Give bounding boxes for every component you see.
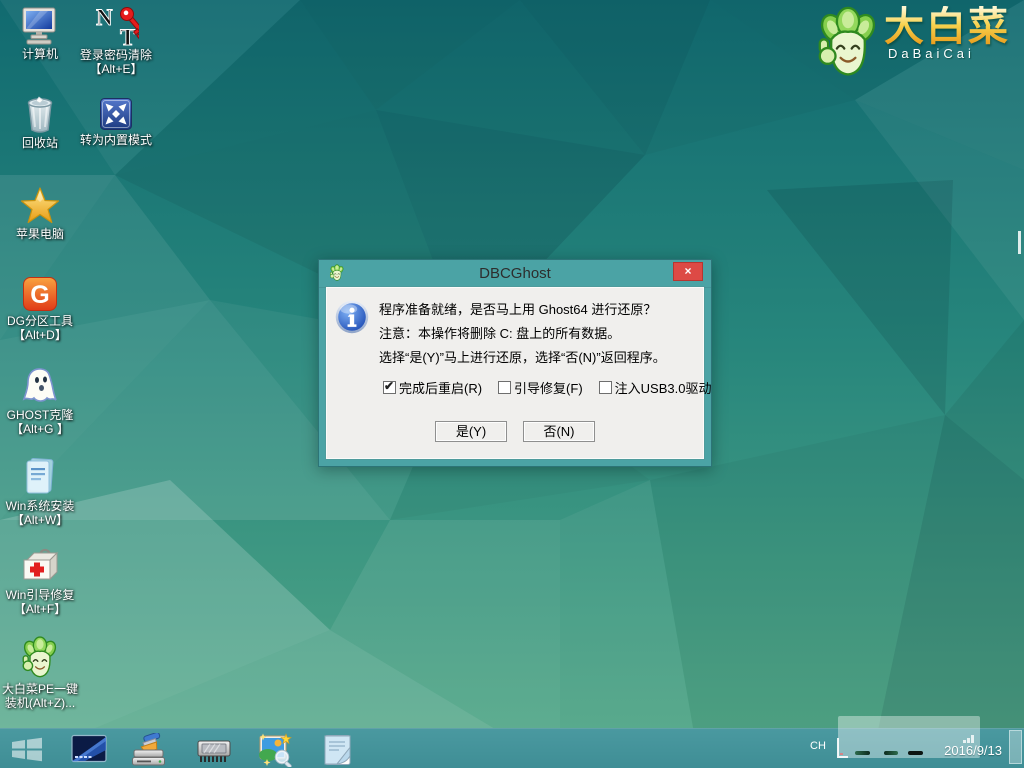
- svg-text:N: N: [96, 5, 113, 30]
- notepad-icon[interactable]: [321, 733, 355, 767]
- clock-date[interactable]: 2016/9/13: [928, 743, 1002, 758]
- desktop-icon-password-clear[interactable]: N T 登录密码清除 【Alt+E】: [76, 4, 156, 76]
- dabaicai-logo: 大白菜 DaBaiCai: [818, 6, 1010, 80]
- memory-chip-icon[interactable]: [196, 736, 232, 766]
- gold-star-icon: [20, 187, 60, 225]
- icon-label-2: 【Alt+G 】: [0, 422, 80, 436]
- icon-label-2: 【Alt+E】: [76, 62, 156, 76]
- icon-label-2: 【Alt+F】: [0, 602, 80, 616]
- icon-label: 苹果电脑: [0, 227, 80, 241]
- checkbox-boot-repair[interactable]: 引导修复(F): [498, 378, 583, 397]
- no-button[interactable]: 否(N): [523, 421, 595, 442]
- checkbox-box: [599, 381, 612, 394]
- yes-button[interactable]: 是(Y): [435, 421, 507, 442]
- dialog-title: DBCGhost: [319, 265, 711, 282]
- desktop-icon-dabaicai-pe[interactable]: 大白菜PE一键 装机(Alt+Z)...: [0, 636, 80, 710]
- icon-label-2: 装机(Alt+Z)...: [0, 696, 80, 710]
- desktop-icon-ghost-clone[interactable]: GHOST克隆 【Alt+G 】: [0, 366, 80, 436]
- screen-edge-artifact: [1018, 231, 1021, 254]
- ghost-icon: [20, 366, 60, 406]
- desktop-icon-apple[interactable]: 苹果电脑: [0, 187, 80, 241]
- icon-label: 登录密码清除: [76, 48, 156, 62]
- image-viewer-icon[interactable]: [257, 733, 293, 767]
- checkbox-label: 注入USB3.0驱动: [615, 378, 712, 397]
- icon-label: 计算机: [0, 47, 80, 61]
- dialog-titlebar[interactable]: DBCGhost ×: [319, 260, 711, 288]
- dialog-button-row: 是(Y) 否(N): [327, 421, 703, 442]
- checkbox-row: ✔ 完成后重启(R) 引导修复(F) 注入USB3.0驱动: [383, 378, 711, 397]
- message-line-1: 程序准备就绪，是否马上用 Ghost64 进行还原？: [379, 299, 656, 318]
- tray-dash-icon[interactable]: [855, 751, 870, 755]
- close-button[interactable]: ×: [673, 262, 703, 281]
- icon-label-2: 【Alt+W】: [0, 513, 80, 527]
- password-key-icon: N T: [93, 4, 139, 46]
- dialog-content: 程序准备就绪，是否马上用 Ghost64 进行还原？ 注意：本操作将删除 C: …: [326, 287, 704, 459]
- display-icon[interactable]: [71, 734, 107, 764]
- desktop-icon-computer[interactable]: 计算机: [0, 7, 80, 61]
- check-mark: ✔: [384, 379, 394, 393]
- recycle-bin-icon: [22, 94, 58, 134]
- icon-label: GHOST克隆: [0, 408, 80, 422]
- signal-bars-icon[interactable]: [963, 735, 974, 743]
- desktop-icon-win-install[interactable]: Win系统安装 【Alt+W】: [0, 457, 80, 527]
- icon-label: 转为内置模式: [76, 133, 156, 147]
- icon-label: Win系统安装: [0, 499, 80, 513]
- tray-dash-icon[interactable]: [884, 751, 898, 755]
- message-line-3: 选择“是(Y)”马上进行还原，选择“否(N)”返回程序。: [379, 347, 666, 366]
- desktop-icon-boot-repair[interactable]: Win引导修复 【Alt+F】: [0, 548, 80, 616]
- svg-text:G: G: [30, 281, 49, 309]
- internal-mode-icon: [99, 97, 133, 131]
- checkbox-label: 引导修复(F): [514, 378, 583, 397]
- logo-title: 大白菜: [884, 6, 1010, 48]
- checkbox-box: [498, 381, 511, 394]
- checkbox-box: ✔: [383, 381, 396, 394]
- icon-label-2: 【Alt+D】: [0, 328, 80, 342]
- desktop-icon-recycle-bin[interactable]: 回收站: [0, 94, 80, 150]
- dbcghost-dialog: DBCGhost × 程序准备就绪，是否马上用 Ghost64 进行还原？ 注意…: [318, 259, 712, 467]
- icon-label: Win引导修复: [0, 588, 80, 602]
- show-desktop-button[interactable]: [1009, 730, 1022, 764]
- computer-icon: [20, 7, 60, 45]
- cabbage-icon: [22, 636, 58, 680]
- checkbox-inject-usb3-driver[interactable]: 注入USB3.0驱动: [599, 378, 712, 397]
- first-aid-icon: [18, 548, 62, 586]
- input-indicator-icon[interactable]: [836, 737, 849, 759]
- checkbox-label: 完成后重启(R): [399, 378, 482, 397]
- icon-label: DG分区工具: [0, 314, 80, 328]
- desktop-icon-internal-mode[interactable]: 转为内置模式: [76, 97, 156, 147]
- svg-text:T: T: [120, 25, 135, 46]
- cabbage-mascot-icon: [818, 6, 878, 80]
- diskgenius-icon: G: [22, 276, 58, 312]
- win-install-icon: [22, 457, 58, 497]
- desktop-screen: 大白菜 DaBaiCai 计算机 N T 登: [0, 0, 1024, 768]
- message-line-2: 注意：本操作将删除 C: 盘上的所有数据。: [379, 323, 620, 342]
- desktop-icon-diskgenius[interactable]: G DG分区工具 【Alt+D】: [0, 276, 80, 342]
- checkbox-restart-after-finish[interactable]: ✔ 完成后重启(R): [383, 378, 482, 397]
- start-icon: [12, 738, 42, 761]
- icon-label: 回收站: [0, 136, 80, 150]
- start-button[interactable]: [10, 735, 44, 763]
- info-icon: [335, 300, 369, 334]
- language-indicator[interactable]: CH: [810, 740, 826, 752]
- tray-dash-icon[interactable]: [908, 751, 923, 755]
- disk-cleanup-icon[interactable]: [131, 733, 169, 767]
- icon-label: 大白菜PE一键: [0, 682, 80, 696]
